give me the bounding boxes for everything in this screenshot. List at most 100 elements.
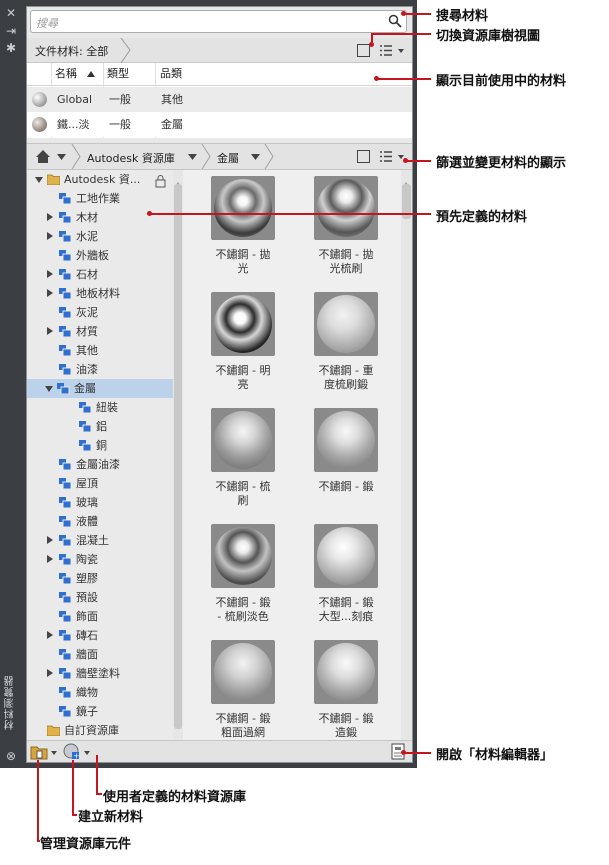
callout-current-materials: 顯示目前使用中的材料	[436, 74, 567, 89]
tree-item[interactable]: 磚石	[47, 626, 175, 645]
expand-arrow-icon[interactable]	[35, 177, 43, 183]
home-icon[interactable]	[35, 149, 51, 164]
toggle-library-tree-button[interactable]	[357, 44, 370, 57]
expand-arrow-icon[interactable]	[47, 270, 53, 278]
manage-library-button[interactable]	[30, 743, 58, 760]
tree-item[interactable]: 牆壁塗料	[47, 664, 175, 683]
material-tile[interactable]: 不鏽鋼 - 鍛	[301, 406, 391, 518]
category-icon	[59, 288, 72, 299]
tree-scrollbar[interactable]	[173, 170, 183, 740]
folder-crumb[interactable]: 金屬	[217, 150, 239, 166]
expand-arrow-icon[interactable]	[47, 232, 53, 240]
material-caption: 不鏽鋼 - 拋光	[215, 248, 271, 275]
properties-icon[interactable]: ✱	[5, 42, 17, 54]
material-swatch	[314, 176, 378, 240]
tree-item[interactable]: 鋁	[67, 417, 175, 436]
chevron-down-icon[interactable]	[188, 154, 197, 160]
tree-item[interactable]: 牆面	[47, 645, 175, 664]
bottom-toolbar: +	[27, 740, 412, 762]
tree-item[interactable]: 石材	[47, 265, 175, 284]
tree-item[interactable]: 屋頂	[47, 474, 175, 493]
category-icon	[59, 307, 72, 318]
callout-material-editor: 開啟「材料編輯器」	[436, 748, 554, 763]
material-tile[interactable]: 不鏽鋼 - 拋光	[198, 174, 288, 286]
tree-item-selected[interactable]: 金屬	[27, 379, 175, 398]
category-icon	[59, 212, 72, 223]
chevron-down-icon[interactable]	[57, 154, 66, 160]
tree-item[interactable]: 材質	[47, 322, 175, 341]
create-material-button[interactable]: +	[63, 743, 91, 760]
tree-item[interactable]: 工地作業	[47, 189, 175, 208]
expand-arrow-icon[interactable]	[47, 327, 53, 335]
expand-arrow-icon[interactable]	[47, 669, 53, 677]
material-caption: 不鏽鋼 - 拋光梳刷	[318, 248, 374, 275]
breadcrumb-chevron-icon	[120, 38, 131, 63]
category-icon	[59, 459, 72, 470]
library-crumb[interactable]: Autodesk 資源庫	[87, 150, 175, 166]
tree-custom-library[interactable]: 自訂資源庫	[35, 721, 175, 740]
category-icon	[59, 592, 72, 603]
document-filter-label[interactable]: 文件材料: 全部	[35, 43, 108, 59]
expand-arrow-icon[interactable]	[45, 386, 53, 392]
material-tile[interactable]: 不鏽鋼 - 梳刷	[198, 406, 288, 518]
toggle-tree-view-button[interactable]	[357, 150, 370, 163]
category-icon	[59, 364, 72, 375]
tree-item[interactable]: 液體	[47, 512, 175, 531]
material-tile[interactable]: 不鏽鋼 - 明亮	[198, 290, 288, 402]
tree-item[interactable]: 飾面	[47, 607, 175, 626]
column-header-type[interactable]: 類型	[107, 63, 129, 85]
tree-root-autodesk[interactable]: Autodesk 資...	[35, 170, 175, 189]
table-row[interactable]: 鐵...淡 一般 金屬	[27, 112, 412, 137]
material-tile[interactable]: 不鏽鋼 - 鍛粗面過網	[198, 638, 288, 750]
tree-item[interactable]: 織物	[47, 683, 175, 702]
material-swatch	[314, 408, 378, 472]
tree-item[interactable]: 外牆板	[47, 246, 175, 265]
palette-gear-icon[interactable]: ⊗	[5, 750, 17, 762]
expand-arrow-icon[interactable]	[47, 536, 53, 544]
tree-item[interactable]: 紐裝	[67, 398, 175, 417]
expand-arrow-icon[interactable]	[47, 213, 53, 221]
tree-item[interactable]: 地板材料	[47, 284, 175, 303]
column-header-name[interactable]: 名稱	[55, 63, 77, 85]
category-icon	[79, 440, 92, 451]
expand-arrow-icon[interactable]	[47, 631, 53, 639]
material-caption: 不鏽鋼 - 鍛	[318, 480, 374, 493]
tree-item[interactable]: 金屬油漆	[47, 455, 175, 474]
folder-icon	[47, 174, 60, 185]
tree-item[interactable]: 其他	[47, 341, 175, 360]
material-tile[interactable]: 不鏽鋼 - 重度梳刷鍛	[301, 290, 391, 402]
material-tile[interactable]: 不鏽鋼 - 鍛大型...刻痕	[301, 522, 391, 634]
autohide-icon[interactable]: ⇥	[5, 25, 17, 37]
expand-arrow-icon[interactable]	[47, 289, 53, 297]
tree-item[interactable]: 木材	[47, 208, 175, 227]
material-tile[interactable]: 不鏽鋼 - 鍛造鍛	[301, 638, 391, 750]
tree-item[interactable]: 水泥	[47, 227, 175, 246]
search-input[interactable]: 搜尋	[30, 10, 407, 33]
expand-arrow-icon[interactable]	[47, 555, 53, 563]
category-icon	[59, 497, 72, 508]
material-swatch	[211, 292, 275, 356]
tree-item[interactable]: 灰泥	[47, 303, 175, 322]
chevron-down-icon[interactable]	[251, 154, 260, 160]
close-icon[interactable]: ✕	[5, 7, 17, 19]
tree-item[interactable]: 銅	[67, 436, 175, 455]
column-header-category[interactable]: 品類	[160, 63, 182, 85]
tree-item[interactable]: 混凝土	[47, 531, 175, 550]
callout-filter-display: 篩選並變更材料的顯示	[436, 156, 567, 171]
category-icon	[59, 573, 72, 584]
tree-scroll-thumb[interactable]	[174, 184, 182, 729]
view-options-button[interactable]	[379, 44, 407, 57]
material-tile[interactable]: 不鏽鋼 - 鍛- 梳刷淡色	[198, 522, 288, 634]
tree-item[interactable]: 玻璃	[47, 493, 175, 512]
grid-scrollbar[interactable]	[401, 170, 412, 740]
tree-item[interactable]: 鏡子	[47, 702, 175, 721]
tree-item[interactable]: 油漆	[47, 360, 175, 379]
table-row[interactable]: Global 一般 其他	[27, 87, 412, 112]
material-swatch-icon	[32, 117, 47, 132]
tree-item[interactable]: 預設	[47, 588, 175, 607]
material-tile[interactable]: 不鏽鋼 - 拋光梳刷	[301, 174, 391, 286]
category-icon	[59, 516, 72, 527]
tree-item[interactable]: 陶瓷	[47, 550, 175, 569]
category-icon	[59, 193, 72, 204]
tree-item[interactable]: 塑膠	[47, 569, 175, 588]
